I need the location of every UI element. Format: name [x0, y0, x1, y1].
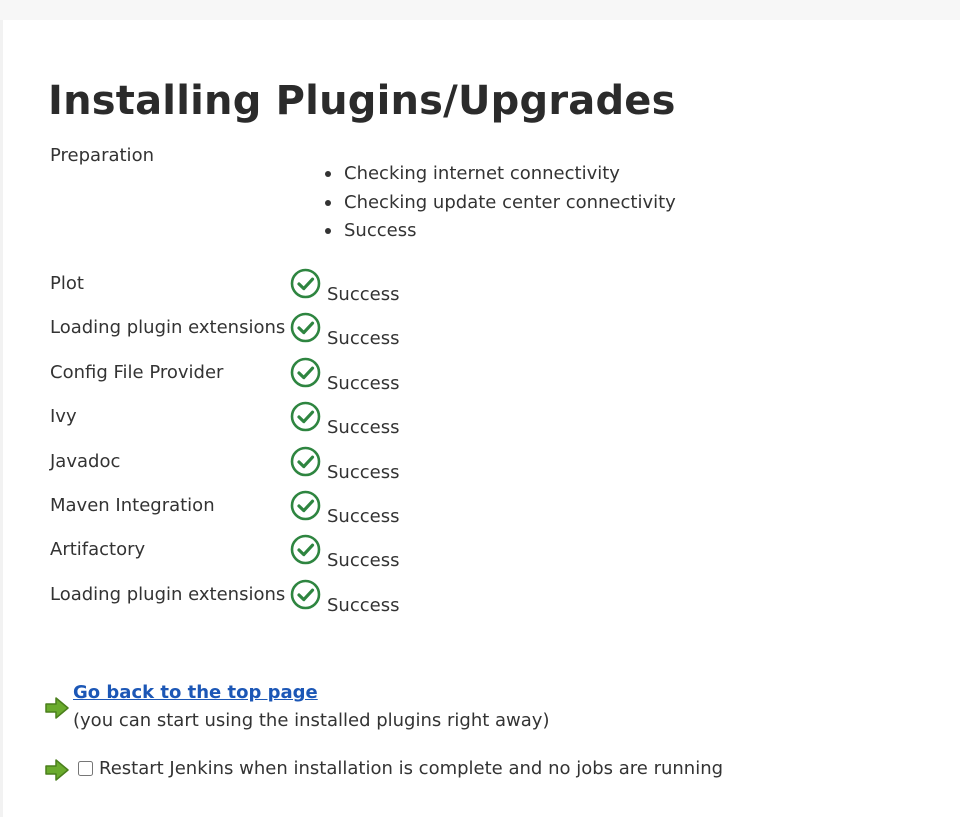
restart-option[interactable]: Restart Jenkins when installation is com… [78, 758, 723, 779]
top-bar [0, 0, 960, 20]
go-back-top-link[interactable]: Go back to the top page [73, 682, 318, 703]
success-check-icon [290, 313, 321, 343]
success-check-icon [290, 401, 321, 432]
preparation-label: Preparation [50, 145, 154, 166]
success-check-icon [290, 535, 321, 565]
plugin-name: Maven Integration [50, 495, 215, 516]
success-check-icon [290, 268, 321, 299]
plugin-row: Plot Success [0, 268, 960, 316]
plugin-name: Config File Provider [50, 361, 224, 383]
plugin-status: Success [327, 550, 400, 572]
plugin-status: Success [327, 506, 400, 527]
plugin-name: Javadoc [50, 450, 121, 472]
plugin-status: Success [327, 461, 400, 483]
plugin-row: Artifactory Success [0, 535, 960, 582]
plugin-row: Loading plugin extensions Success [0, 313, 960, 360]
restart-label: Restart Jenkins when installation is com… [99, 758, 724, 779]
top-link-note: (you can start using the installed plugi… [73, 710, 550, 731]
success-check-icon [290, 357, 321, 388]
plugin-status: Success [327, 417, 400, 439]
plugin-name: Loading plugin extensions [50, 317, 286, 339]
arrow-right-icon [45, 697, 69, 719]
plugin-row: Javadoc Success [0, 446, 960, 494]
restart-checkbox[interactable] [78, 761, 93, 776]
arrow-right-icon [45, 759, 69, 781]
plugin-name: Ivy [50, 406, 77, 428]
preparation-step: Checking internet connectivity [325, 162, 676, 191]
plugin-status: Success [327, 594, 400, 616]
plugin-name: Loading plugin extensions [50, 583, 286, 605]
plugin-name: Artifactory [50, 539, 146, 561]
success-check-icon [290, 446, 321, 476]
plugin-status: Success [327, 372, 400, 394]
preparation-step: Checking update center connectivity [325, 191, 676, 220]
plugin-row: Loading plugin extensions Success [0, 579, 960, 627]
plugin-status: Success [327, 328, 400, 350]
plugin-row: Ivy Success [0, 401, 960, 449]
plugin-row: Config File Provider Success [0, 357, 960, 405]
plugin-status: Success [327, 284, 400, 305]
success-check-icon [290, 579, 321, 610]
page-title: Installing Plugins/Upgrades [48, 78, 676, 124]
preparation-step: Success [325, 219, 676, 248]
success-check-icon [290, 490, 321, 521]
preparation-steps: Checking internet connectivity Checking … [325, 162, 676, 248]
plugin-row: Maven Integration Success [0, 490, 960, 538]
plugin-name: Plot [50, 273, 84, 294]
